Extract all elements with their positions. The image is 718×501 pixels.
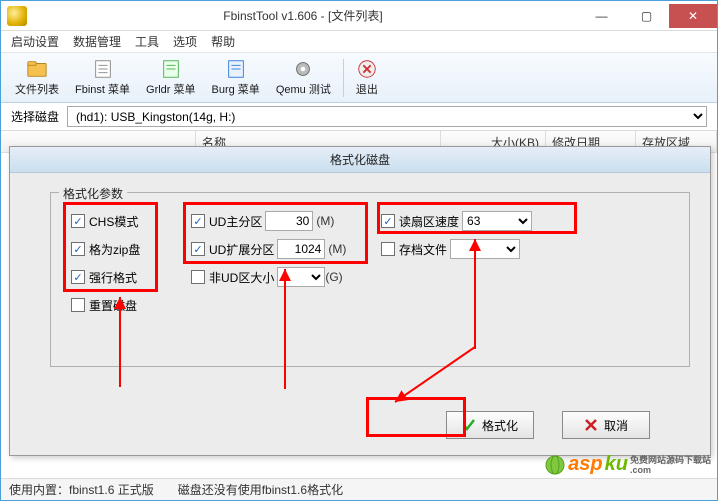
status-left: 使用内置：fbinst1.6 正式版 (9, 481, 154, 498)
window-title: FbinstTool v1.606 - [文件列表] (27, 7, 579, 24)
toolbar-separator (343, 59, 344, 97)
gear-icon (292, 58, 314, 80)
udext-checkbox[interactable]: ✓ (191, 242, 205, 256)
tb-filelist[interactable]: 文件列表 (7, 55, 67, 101)
dialog-title: 格式化磁盘 (10, 147, 710, 173)
app-icon (7, 6, 27, 26)
nonud-unit: (G) (325, 270, 342, 284)
nonud-select[interactable] (277, 267, 325, 287)
menu-help[interactable]: 帮助 (211, 33, 235, 50)
check-icon (462, 418, 476, 432)
page-icon (92, 58, 114, 80)
toolbar: 文件列表 Fbinst 菜单 Grldr 菜单 Burg 菜单 Qemu 测试 … (1, 53, 717, 103)
archive-select[interactable] (450, 239, 520, 259)
udext-label: UD扩展分区 (209, 241, 274, 258)
disk-label: 选择磁盘 (11, 108, 59, 125)
archive-label: 存档文件 (399, 241, 447, 258)
zip-label: 格为zip盘 (89, 241, 140, 258)
fieldset-legend: 格式化参数 (59, 185, 127, 202)
format-dialog: 格式化磁盘 格式化参数 ✓CHS模式 ✓格为zip盘 ✓强行格式 重置磁盘 ✓ … (9, 146, 711, 456)
readspeed-checkbox[interactable]: ✓ (381, 214, 395, 228)
nonud-label: 非UD区大小 (209, 269, 274, 286)
chs-label: CHS模式 (89, 213, 138, 230)
archive-checkbox[interactable] (381, 242, 395, 256)
page-blue-icon (225, 58, 247, 80)
format-params: 格式化参数 ✓CHS模式 ✓格为zip盘 ✓强行格式 重置磁盘 ✓ UD主分区 … (50, 192, 690, 367)
zip-checkbox[interactable]: ✓ (71, 242, 85, 256)
menu-options[interactable]: 选项 (173, 33, 197, 50)
udmain-label: UD主分区 (209, 213, 262, 230)
page-green-icon (160, 58, 182, 80)
menubar: 启动设置 数据管理 工具 选项 帮助 (1, 31, 717, 53)
folder-list-icon (26, 58, 48, 80)
reset-label: 重置磁盘 (89, 297, 137, 314)
menu-boot[interactable]: 启动设置 (11, 33, 59, 50)
minimize-button[interactable]: — (579, 4, 624, 28)
close-button[interactable]: ✕ (669, 4, 717, 28)
nonud-checkbox[interactable] (191, 270, 205, 284)
reset-checkbox[interactable] (71, 298, 85, 312)
force-checkbox[interactable]: ✓ (71, 270, 85, 284)
menu-data[interactable]: 数据管理 (73, 33, 121, 50)
statusbar: 使用内置：fbinst1.6 正式版 磁盘还没有使用fbinst1.6格式化 (1, 478, 717, 500)
udext-input[interactable] (277, 239, 325, 259)
tb-qemu[interactable]: Qemu 测试 (268, 55, 339, 101)
watermark: aspku 免费网站源码下载站 .com (544, 453, 711, 476)
menu-tools[interactable]: 工具 (135, 33, 159, 50)
udmain-unit: (M) (316, 214, 334, 228)
tb-fbinst[interactable]: Fbinst 菜单 (67, 55, 138, 101)
status-right: 磁盘还没有使用fbinst1.6格式化 (178, 481, 343, 498)
readspeed-label: 读扇区速度 (399, 213, 459, 230)
udext-unit: (M) (328, 242, 346, 256)
udmain-input[interactable] (265, 211, 313, 231)
cancel-button[interactable]: 取消 (562, 411, 650, 439)
maximize-button[interactable]: ▢ (624, 4, 669, 28)
tb-exit[interactable]: 退出 (348, 55, 386, 101)
exit-icon (356, 58, 378, 80)
tb-burg[interactable]: Burg 菜单 (204, 55, 268, 101)
globe-icon (544, 454, 566, 476)
udmain-checkbox[interactable]: ✓ (191, 214, 205, 228)
cross-icon (584, 418, 598, 432)
tb-grldr[interactable]: Grldr 菜单 (138, 55, 204, 101)
force-label: 强行格式 (89, 269, 137, 286)
readspeed-select[interactable]: 63 (462, 211, 532, 231)
disk-select[interactable]: (hd1): USB_Kingston(14g, H:) (67, 106, 707, 127)
format-button[interactable]: 格式化 (446, 411, 534, 439)
chs-checkbox[interactable]: ✓ (71, 214, 85, 228)
